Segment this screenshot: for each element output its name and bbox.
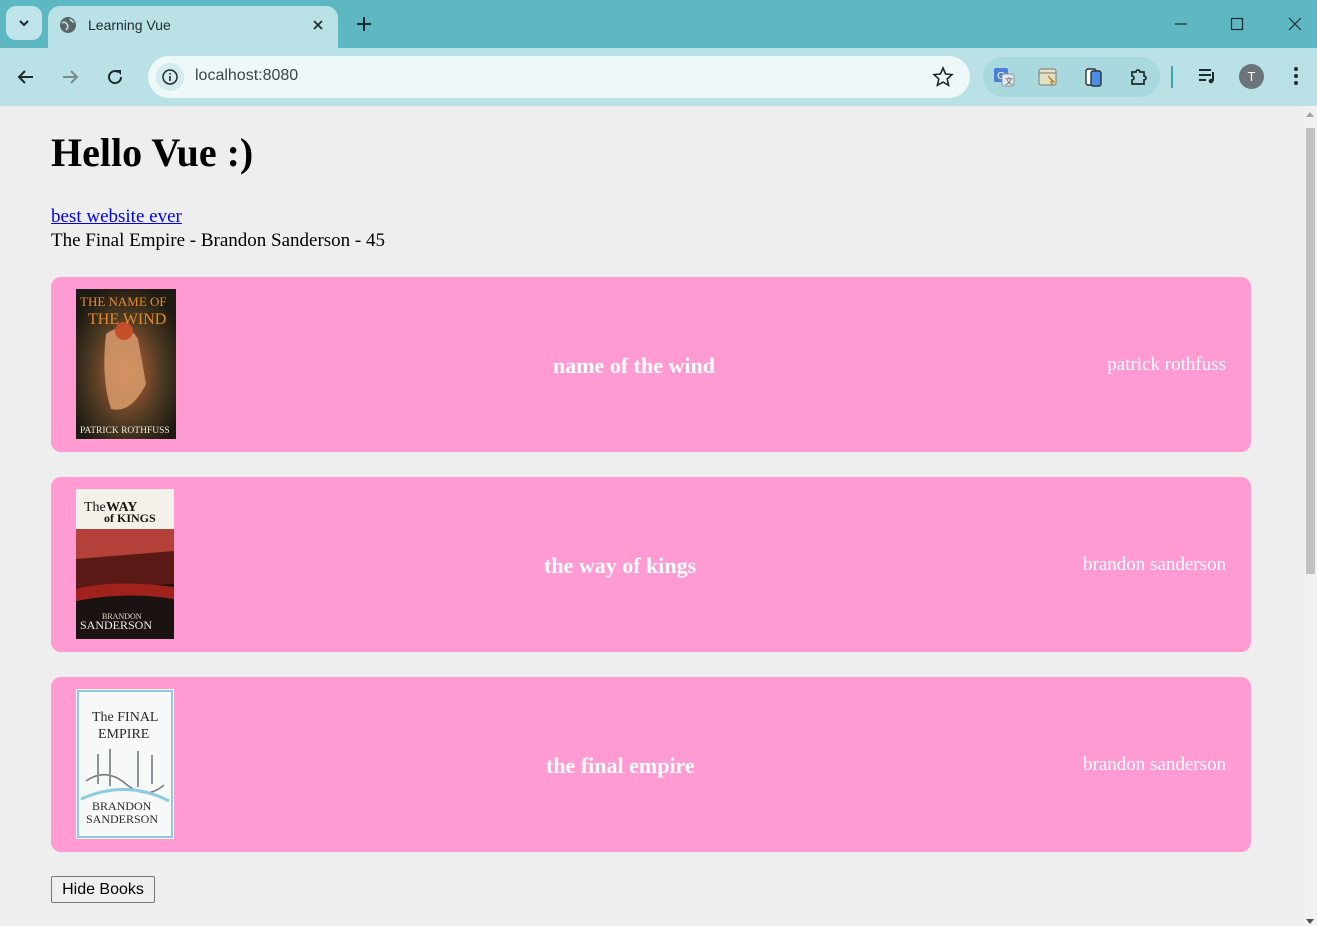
translate-extension[interactable]: G文 xyxy=(993,66,1015,88)
book-card[interactable]: The WAY of KINGS BRANDON SANDERSON the w… xyxy=(51,477,1251,652)
website-link[interactable]: best website ever xyxy=(51,206,182,228)
cover-text: THE WIND xyxy=(88,311,166,328)
book-card[interactable]: The FINAL EMPIRE BRANDON SANDERSON the f… xyxy=(51,677,1251,852)
cover-text: SANDERSON xyxy=(80,618,152,632)
book-title: the final empire xyxy=(546,753,695,778)
highlight-extension[interactable] xyxy=(1037,66,1059,88)
menu-dots-icon xyxy=(1294,67,1298,85)
cover-text: SANDERSON xyxy=(86,812,158,826)
site-info-button[interactable] xyxy=(156,63,184,91)
browser-menu-button[interactable] xyxy=(1285,65,1307,87)
page-heading: Hello Vue :) xyxy=(51,130,254,175)
media-queue-icon xyxy=(1199,69,1214,84)
chevron-down-icon xyxy=(19,20,29,27)
featured-book-line: The Final Empire - Brandon Sanderson - 4… xyxy=(51,230,386,251)
book-cover-image: The FINAL EMPIRE BRANDON SANDERSON xyxy=(76,689,174,839)
browser-tab-active[interactable]: Learning Vue xyxy=(48,6,338,48)
hide-books-button[interactable]: Hide Books xyxy=(51,876,155,903)
reload-button[interactable] xyxy=(102,64,128,90)
back-arrow-icon xyxy=(17,70,33,84)
browser-tabstrip: Learning Vue xyxy=(0,0,1317,48)
address-bar[interactable]: localhost:8080 xyxy=(148,56,970,98)
profile-avatar[interactable]: T xyxy=(1239,64,1264,89)
cover-text: PATRICK ROTHFUSS xyxy=(80,426,170,436)
book-author: brandon sanderson xyxy=(1083,554,1226,575)
reader-extension[interactable] xyxy=(1083,66,1105,88)
cover-text: The FINAL xyxy=(92,710,159,725)
book-title: name of the wind xyxy=(553,353,715,378)
forward-button[interactable] xyxy=(57,64,83,90)
book-cover-image: The WAY of KINGS BRANDON SANDERSON xyxy=(76,489,174,639)
minimize-icon xyxy=(1175,23,1187,25)
book-cover-image: THE NAME OF THE WIND PATRICK ROTHFUSS xyxy=(76,289,176,439)
tab-title: Learning Vue xyxy=(88,17,171,33)
svg-text:文: 文 xyxy=(1005,76,1013,86)
window-close-button[interactable] xyxy=(1283,12,1307,36)
cover-text: THE NAME OF xyxy=(80,294,167,309)
reload-icon xyxy=(108,70,123,85)
forward-arrow-icon xyxy=(63,70,79,84)
plus-icon xyxy=(357,17,371,31)
cover-text: EMPIRE xyxy=(98,727,149,742)
maximize-button[interactable] xyxy=(1225,12,1249,36)
scroll-down-arrow[interactable] xyxy=(1306,919,1314,924)
book-author: patrick rothfuss xyxy=(1107,354,1226,375)
scroll-up-arrow[interactable] xyxy=(1306,112,1314,117)
cover-text: BRANDON xyxy=(92,799,152,813)
scrollbar-thumb[interactable] xyxy=(1306,128,1315,574)
close-icon xyxy=(313,20,323,30)
info-icon xyxy=(162,69,178,85)
globe-icon xyxy=(60,17,76,33)
page-scrollbar[interactable] xyxy=(1303,106,1317,926)
cover-text: of KINGS xyxy=(104,511,156,525)
cover-text: The xyxy=(84,500,106,515)
extensions-menu-button[interactable] xyxy=(1128,66,1150,88)
reading-icon xyxy=(1085,68,1102,87)
extensions-group: G文 xyxy=(983,57,1160,97)
tab-list-button[interactable] xyxy=(6,6,42,40)
back-button[interactable] xyxy=(13,64,39,90)
extension-icon xyxy=(1038,68,1057,86)
address-url[interactable]: localhost:8080 xyxy=(195,67,298,85)
book-card[interactable]: THE NAME OF THE WIND PATRICK ROTHFUSS na… xyxy=(51,277,1251,452)
star-icon[interactable] xyxy=(932,66,954,88)
translate-icon: G文 xyxy=(994,68,1015,87)
toolbar-divider xyxy=(1171,66,1173,88)
tab-close-button[interactable] xyxy=(308,15,328,35)
page-viewport: Hello Vue :) best website ever The Final… xyxy=(0,106,1303,926)
book-author: brandon sanderson xyxy=(1083,754,1226,775)
puzzle-icon xyxy=(1131,69,1147,85)
window-close-icon xyxy=(1288,17,1302,31)
media-controls-button[interactable] xyxy=(1196,65,1218,87)
browser-toolbar: localhost:8080 G文 T xyxy=(0,48,1317,106)
book-title: the way of kings xyxy=(544,553,697,578)
maximize-icon xyxy=(1230,17,1244,31)
minimize-button[interactable] xyxy=(1169,12,1193,36)
new-tab-button[interactable] xyxy=(352,12,376,36)
